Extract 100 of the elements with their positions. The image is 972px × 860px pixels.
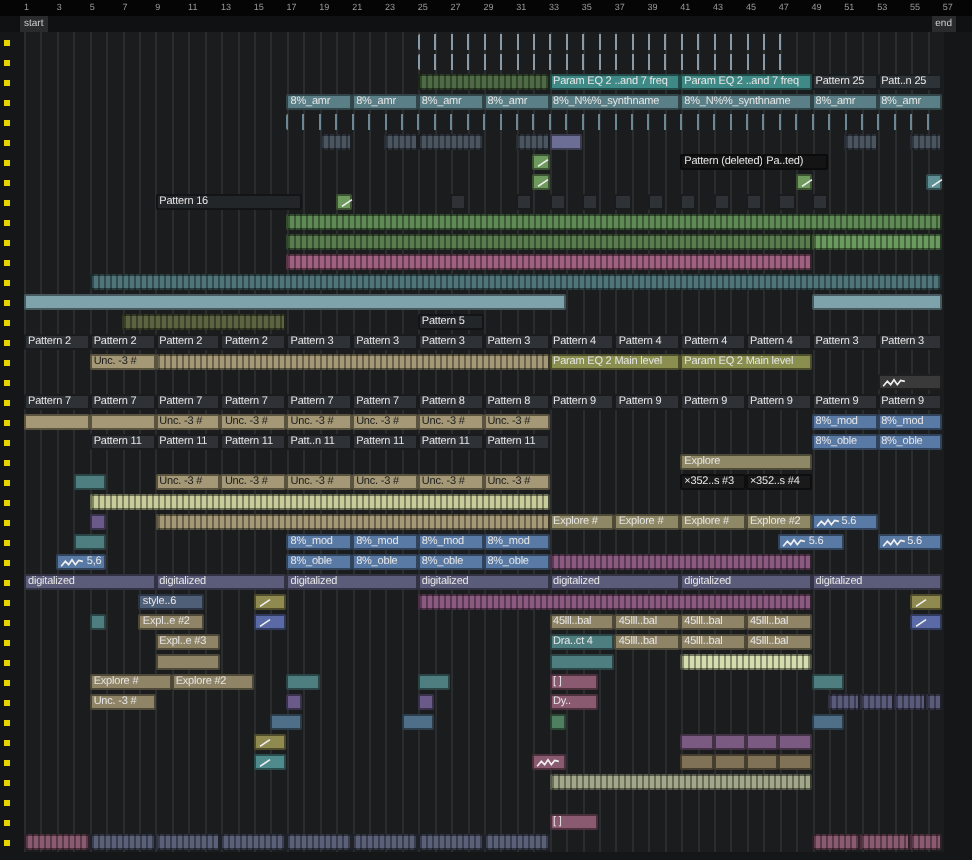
audio-clip[interactable] [417, 74, 549, 90]
automation-clip[interactable] [253, 754, 287, 770]
track-handle[interactable] [4, 239, 10, 245]
pattern-clip[interactable] [713, 734, 746, 750]
automation-clip[interactable] [253, 594, 287, 610]
automation-clip[interactable] [253, 734, 287, 750]
track-handle[interactable] [4, 259, 10, 265]
pattern-clip[interactable] [89, 614, 107, 630]
audio-clip[interactable] [220, 834, 287, 850]
pattern-clip[interactable] [417, 694, 435, 710]
pattern-clip[interactable] [680, 754, 714, 770]
track-handle[interactable] [4, 799, 10, 805]
automation-clip[interactable] [532, 174, 549, 190]
pattern-clip[interactable] [549, 654, 615, 670]
pattern-clip[interactable] [778, 194, 796, 210]
pattern-clip[interactable] [549, 134, 582, 150]
track-handle[interactable] [4, 559, 10, 565]
pattern-clip[interactable] [73, 534, 107, 550]
track-handle[interactable] [4, 519, 10, 525]
track-handle[interactable] [4, 439, 10, 445]
audio-clip[interactable] [286, 214, 943, 230]
pattern-clip[interactable] [89, 514, 107, 530]
pattern-clip[interactable] [614, 194, 632, 210]
audio-clip[interactable] [352, 834, 418, 850]
track-handle[interactable] [4, 659, 10, 665]
track-handle[interactable] [4, 359, 10, 365]
pattern-clip[interactable] [778, 734, 812, 750]
audio-clip[interactable] [89, 274, 943, 290]
audio-clip[interactable] [926, 694, 943, 710]
track-handle[interactable] [4, 299, 10, 305]
track-handle[interactable] [4, 39, 10, 45]
pattern-clip[interactable] [549, 194, 566, 210]
pattern-clip[interactable] [680, 734, 714, 750]
audio-clip[interactable] [417, 134, 484, 150]
audio-clip[interactable] [417, 594, 812, 610]
track-handle[interactable] [4, 699, 10, 705]
automation-clip[interactable] [253, 614, 287, 630]
automation-clip[interactable] [909, 614, 943, 630]
pattern-clip[interactable] [680, 194, 697, 210]
track-handle[interactable] [4, 339, 10, 345]
pattern-clip[interactable] [450, 194, 467, 210]
track-handle[interactable] [4, 819, 10, 825]
track-handle[interactable] [4, 459, 10, 465]
track-handle[interactable] [4, 579, 10, 585]
track-handle[interactable] [4, 619, 10, 625]
pattern-clip[interactable] [89, 414, 156, 430]
audio-clip[interactable] [811, 834, 861, 850]
pattern-clip[interactable] [73, 474, 107, 490]
track-handle[interactable] [4, 99, 10, 105]
pattern-clip[interactable] [713, 194, 730, 210]
track-handle[interactable] [4, 179, 10, 185]
audio-clip[interactable] [860, 694, 894, 710]
track-handle[interactable] [4, 739, 10, 745]
automation-clip[interactable] [532, 754, 566, 770]
automation-clip[interactable] [532, 154, 549, 170]
pattern-clip[interactable] [24, 294, 566, 310]
audio-clip[interactable] [286, 234, 812, 250]
automation-clip[interactable] [877, 374, 943, 390]
audio-clip[interactable] [860, 834, 910, 850]
audio-clip[interactable] [417, 834, 484, 850]
pattern-clip[interactable] [286, 694, 303, 710]
pattern-clip[interactable] [549, 714, 566, 730]
audio-clip[interactable] [893, 694, 927, 710]
audio-clip[interactable] [286, 254, 812, 270]
audio-clip[interactable] [909, 834, 943, 850]
pattern-clip[interactable] [155, 654, 221, 670]
track-handle[interactable] [4, 219, 10, 225]
pattern-clip[interactable] [811, 194, 828, 210]
automation-clip[interactable] [909, 594, 943, 610]
track-handle[interactable] [4, 679, 10, 685]
audio-clip[interactable] [811, 234, 943, 250]
track-handle[interactable] [4, 139, 10, 145]
audio-clip[interactable] [483, 834, 549, 850]
track-handle[interactable] [4, 839, 10, 845]
pattern-clip[interactable] [745, 194, 763, 210]
audio-clip[interactable] [516, 134, 549, 150]
audio-clip[interactable] [122, 314, 287, 330]
track-handle[interactable] [4, 479, 10, 485]
track-handle[interactable] [4, 539, 10, 545]
audio-clip[interactable] [827, 694, 861, 710]
automation-clip[interactable] [335, 194, 353, 210]
audio-clip[interactable] [89, 494, 549, 510]
track-handle[interactable] [4, 779, 10, 785]
track-handle[interactable] [4, 199, 10, 205]
pattern-clip[interactable] [778, 754, 812, 770]
audio-clip[interactable] [286, 834, 353, 850]
audio-clip[interactable] [844, 134, 878, 150]
pattern-clip[interactable] [745, 734, 779, 750]
track-handle[interactable] [4, 279, 10, 285]
track-handle[interactable] [4, 599, 10, 605]
pattern-clip[interactable] [647, 194, 664, 210]
track-handle[interactable] [4, 759, 10, 765]
pattern-clip[interactable] [401, 714, 435, 730]
audio-clip[interactable] [549, 554, 812, 570]
pattern-clip[interactable] [811, 714, 845, 730]
pattern-clip[interactable] [286, 674, 320, 690]
audio-clip[interactable] [384, 134, 418, 150]
pattern-clip[interactable] [516, 194, 533, 210]
pattern-clip[interactable] [811, 674, 845, 690]
track-handle[interactable] [4, 119, 10, 125]
